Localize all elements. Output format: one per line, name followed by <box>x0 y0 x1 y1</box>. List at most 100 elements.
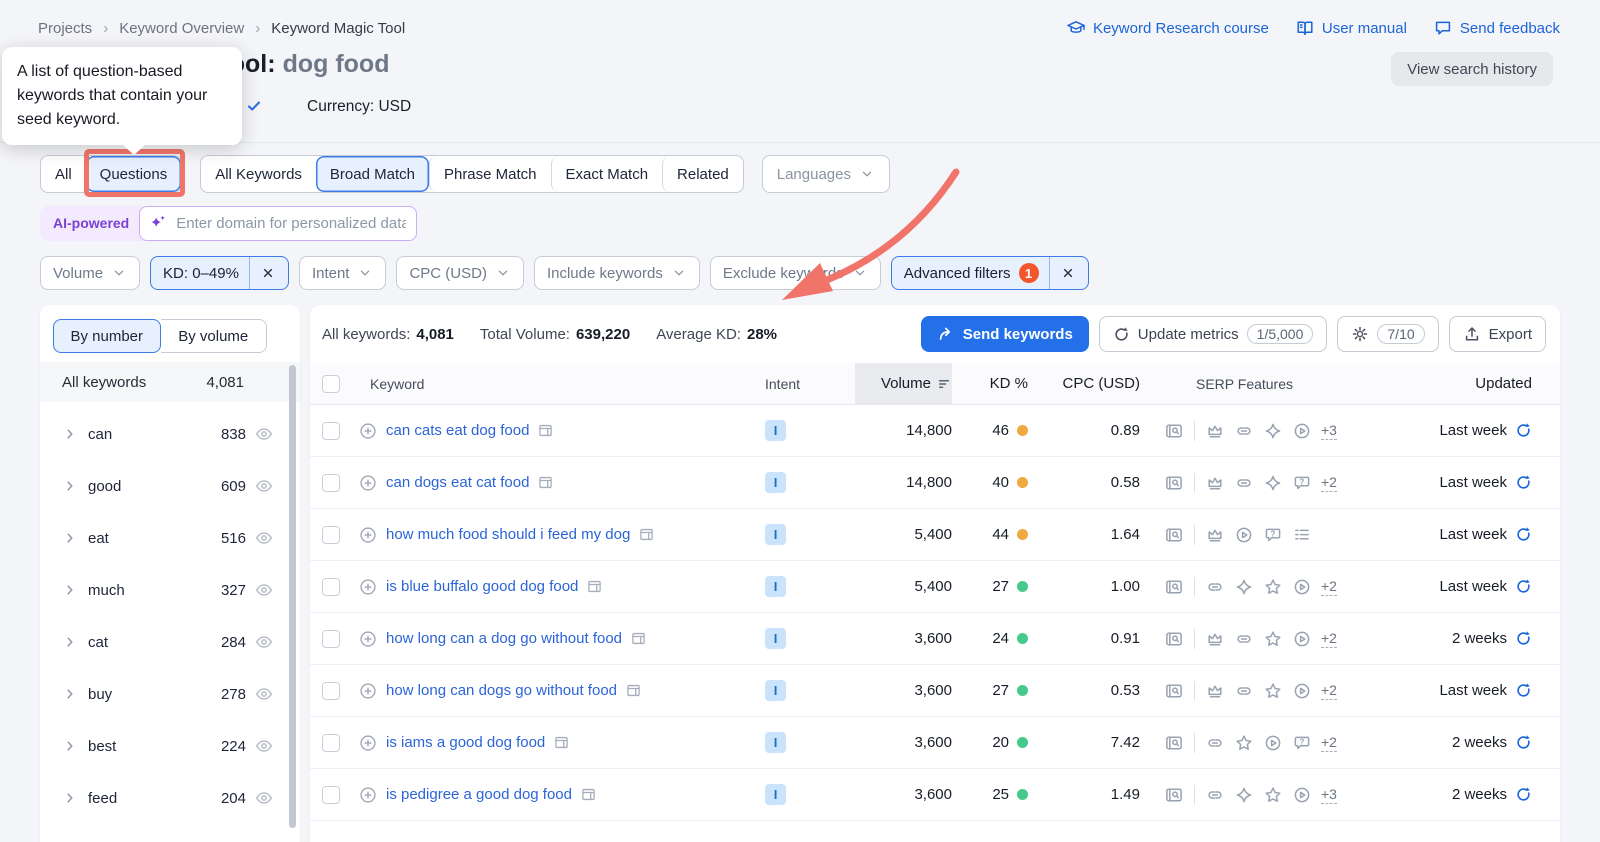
plus-circle-icon[interactable] <box>358 421 378 441</box>
filter-pill[interactable]: Intent <box>298 256 387 290</box>
filter-pill[interactable]: CPC (USD) <box>396 256 524 290</box>
match-tab[interactable]: All Keywords <box>201 156 316 192</box>
eye-icon[interactable] <box>254 580 274 600</box>
filter-pill[interactable]: Volume <box>40 256 141 290</box>
filter-pill[interactable]: Exclude keywords <box>709 256 881 290</box>
keyword-group-row[interactable]: best 224 <box>40 720 300 772</box>
video-icon[interactable] <box>1263 733 1283 753</box>
serp-more[interactable]: +2 <box>1321 734 1337 752</box>
serp-page-icon[interactable] <box>625 682 642 699</box>
serp-more[interactable]: +2 <box>1321 630 1337 648</box>
diamond-icon[interactable] <box>1263 473 1283 493</box>
serp-preview-icon[interactable] <box>1164 473 1184 493</box>
match-tab[interactable]: Related <box>662 156 743 192</box>
serp-preview-icon[interactable] <box>1164 733 1184 753</box>
row-checkbox[interactable] <box>322 785 340 804</box>
header-link[interactable]: Send feedback <box>1433 18 1560 38</box>
row-checkbox[interactable] <box>322 577 340 596</box>
star-icon[interactable] <box>1263 577 1283 597</box>
keyword-link[interactable]: is blue buffalo good dog food <box>386 578 578 595</box>
question-icon[interactable]: ? <box>1292 473 1312 493</box>
keyword-group-row[interactable]: feed 204 <box>40 772 300 824</box>
serp-page-icon[interactable] <box>586 578 603 595</box>
crown-icon[interactable] <box>1205 629 1225 649</box>
refresh-icon[interactable] <box>1515 682 1532 699</box>
refresh-icon[interactable] <box>1515 578 1532 595</box>
keyword-link[interactable]: how long can dogs go without food <box>386 682 617 699</box>
diamond-icon[interactable] <box>1263 421 1283 441</box>
keyword-link[interactable]: is pedigree a good dog food <box>386 786 572 803</box>
serp-more[interactable]: +2 <box>1321 578 1337 596</box>
row-checkbox[interactable] <box>322 473 340 492</box>
eye-icon[interactable] <box>254 632 274 652</box>
keyword-group-row[interactable]: good 609 <box>40 460 300 512</box>
languages-dropdown[interactable]: Languages <box>761 155 890 193</box>
keyword-link[interactable]: can cats eat dog food <box>386 422 529 439</box>
serp-preview-icon[interactable] <box>1164 421 1184 441</box>
refresh-icon[interactable] <box>1515 474 1532 491</box>
row-checkbox[interactable] <box>322 629 340 648</box>
link-icon[interactable] <box>1205 733 1225 753</box>
question-icon[interactable]: ? <box>1292 733 1312 753</box>
keyword-link[interactable]: how much food should i feed my dog <box>386 526 630 543</box>
serp-page-icon[interactable] <box>553 734 570 751</box>
refresh-icon[interactable] <box>1515 422 1532 439</box>
column-intent[interactable]: Intent <box>765 363 855 404</box>
column-cpc[interactable]: CPC (USD) <box>1028 363 1141 404</box>
refresh-icon[interactable] <box>1515 630 1532 647</box>
video-icon[interactable] <box>1292 577 1312 597</box>
plus-circle-icon[interactable] <box>358 577 378 597</box>
serp-preview-icon[interactable] <box>1164 577 1184 597</box>
keyword-link[interactable]: is iams a good dog food <box>386 734 545 751</box>
refresh-icon[interactable] <box>1515 786 1532 803</box>
star-icon[interactable] <box>1263 681 1283 701</box>
row-checkbox[interactable] <box>322 421 340 440</box>
serp-page-icon[interactable] <box>638 526 655 543</box>
filter-clear-button[interactable] <box>248 257 276 289</box>
column-volume[interactable]: Volume <box>855 363 952 404</box>
star-icon[interactable] <box>1263 629 1283 649</box>
link-icon[interactable] <box>1234 421 1254 441</box>
serp-preview-icon[interactable] <box>1164 681 1184 701</box>
keyword-group-row[interactable]: much 327 <box>40 564 300 616</box>
export-button[interactable]: Export <box>1448 316 1546 352</box>
domain-input[interactable] <box>139 206 418 241</box>
keyword-group-row[interactable]: can 838 <box>40 408 300 460</box>
serp-preview-icon[interactable] <box>1164 525 1184 545</box>
star-icon[interactable] <box>1263 785 1283 805</box>
row-checkbox[interactable] <box>322 525 340 544</box>
diamond-icon[interactable] <box>1234 577 1254 597</box>
row-checkbox[interactable] <box>322 681 340 700</box>
column-updated[interactable]: Updated <box>1380 363 1560 404</box>
refresh-icon[interactable] <box>1515 734 1532 751</box>
scope-tab[interactable]: All <box>41 156 86 192</box>
match-tab[interactable]: Phrase Match <box>428 156 551 192</box>
eye-icon[interactable] <box>254 788 274 808</box>
update-metrics-button[interactable]: Update metrics 1/5,000 <box>1098 316 1328 352</box>
scope-tab[interactable]: Questions <box>85 156 182 192</box>
video-icon[interactable] <box>1292 785 1312 805</box>
sidebar-toggle-option[interactable]: By volume <box>160 319 267 353</box>
keyword-link[interactable]: can dogs eat cat food <box>386 474 529 491</box>
crown-icon[interactable] <box>1205 473 1225 493</box>
sidebar-toggle-option[interactable]: By number <box>53 319 161 353</box>
serp-page-icon[interactable] <box>537 474 554 491</box>
sidebar-scrollbar[interactable] <box>289 365 296 828</box>
serp-more[interactable]: +2 <box>1321 682 1337 700</box>
diamond-icon[interactable] <box>1234 785 1254 805</box>
filter-pill[interactable]: KD: 0–49% <box>150 256 289 290</box>
serp-more[interactable]: +2 <box>1321 474 1337 492</box>
serp-page-icon[interactable] <box>580 786 597 803</box>
column-keyword[interactable]: Keyword <box>350 363 765 404</box>
video-icon[interactable] <box>1292 629 1312 649</box>
serp-page-icon[interactable] <box>630 630 647 647</box>
video-icon[interactable] <box>1234 525 1254 545</box>
link-icon[interactable] <box>1205 577 1225 597</box>
keyword-group-row[interactable]: buy 278 <box>40 668 300 720</box>
plus-circle-icon[interactable] <box>358 525 378 545</box>
eye-icon[interactable] <box>254 528 274 548</box>
crown-icon[interactable] <box>1205 681 1225 701</box>
keyword-link[interactable]: how long can a dog go without food <box>386 630 622 647</box>
view-search-history-button[interactable]: View search history <box>1391 52 1553 86</box>
crown-icon[interactable] <box>1205 525 1225 545</box>
